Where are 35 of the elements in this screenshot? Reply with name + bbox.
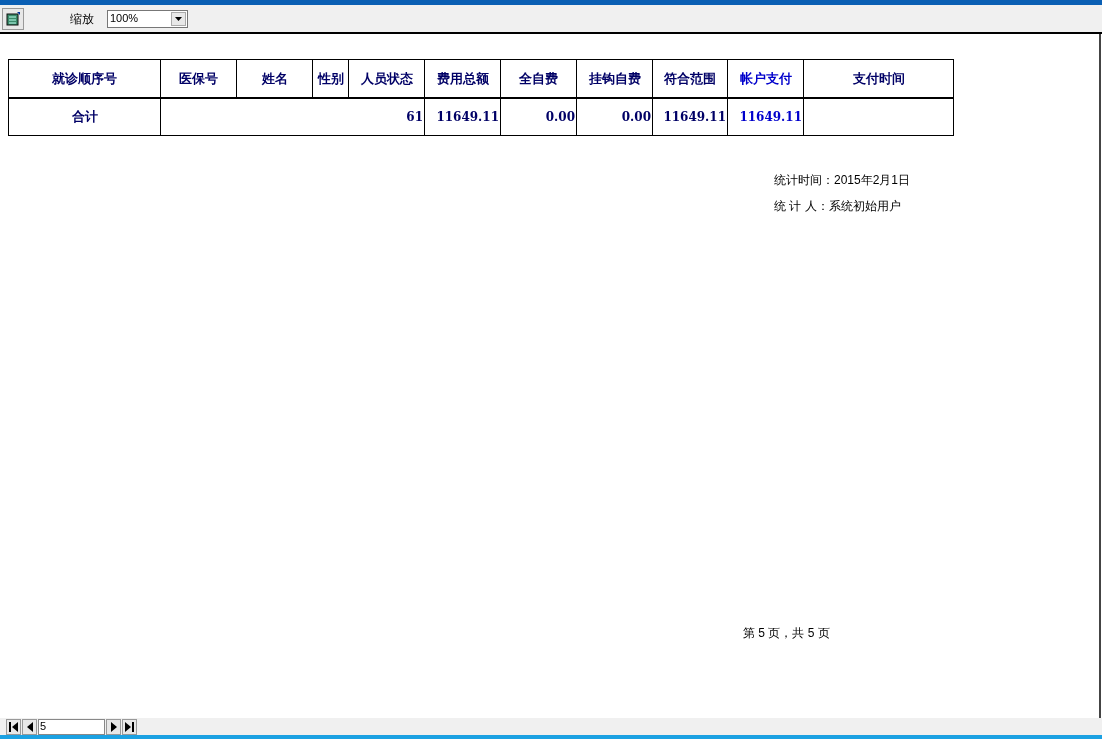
first-page-button[interactable] <box>6 718 21 735</box>
column-header: 费用总额 <box>424 59 501 98</box>
column-header: 医保号 <box>160 59 237 98</box>
column-header: 全自费 <box>500 59 577 98</box>
previous-icon <box>26 721 33 732</box>
table-cell: 61 <box>160 97 425 136</box>
caret-icon <box>171 11 186 26</box>
table-cell: 0.00 <box>500 97 577 136</box>
table-cell: 0.00 <box>576 97 653 136</box>
first-page-icon <box>9 721 18 732</box>
column-header: 支付时间 <box>803 59 954 98</box>
next-icon <box>110 721 117 732</box>
report-icon-drawing <box>6 11 20 26</box>
column-header: 就诊顺序号 <box>8 59 161 98</box>
column-header: 挂钩自费 <box>576 59 653 98</box>
table-cell: 11649.11 <box>652 97 728 136</box>
column-header: 性别 <box>312 59 349 98</box>
column-header: 姓名 <box>236 59 313 98</box>
last-page-icon <box>125 721 134 732</box>
page-number-field[interactable]: 5 <box>38 718 105 735</box>
statistics-text: 统计时间：2015年2月1日 <box>774 172 912 189</box>
zoom-label: 缩放 <box>70 10 94 28</box>
last-page-button[interactable] <box>122 718 137 735</box>
table-cell: 11649.11 <box>727 97 804 136</box>
table-cell: 11649.11 <box>424 97 501 136</box>
statistics-text: 统 计 人：系统初始用户 <box>774 198 902 215</box>
column-header: 人员状态 <box>348 59 425 98</box>
previous-page-button[interactable] <box>22 718 37 735</box>
report-button[interactable] <box>2 7 24 30</box>
zoom-dropdown[interactable]: 100% <box>107 9 188 28</box>
page-info: 第 5 页，共 5 页 <box>743 626 830 640</box>
column-header: 帐户支付 <box>727 59 804 98</box>
next-page-button[interactable] <box>106 718 121 735</box>
table-cell: 合计 <box>8 97 161 136</box>
column-header: 符合范围 <box>652 59 728 98</box>
